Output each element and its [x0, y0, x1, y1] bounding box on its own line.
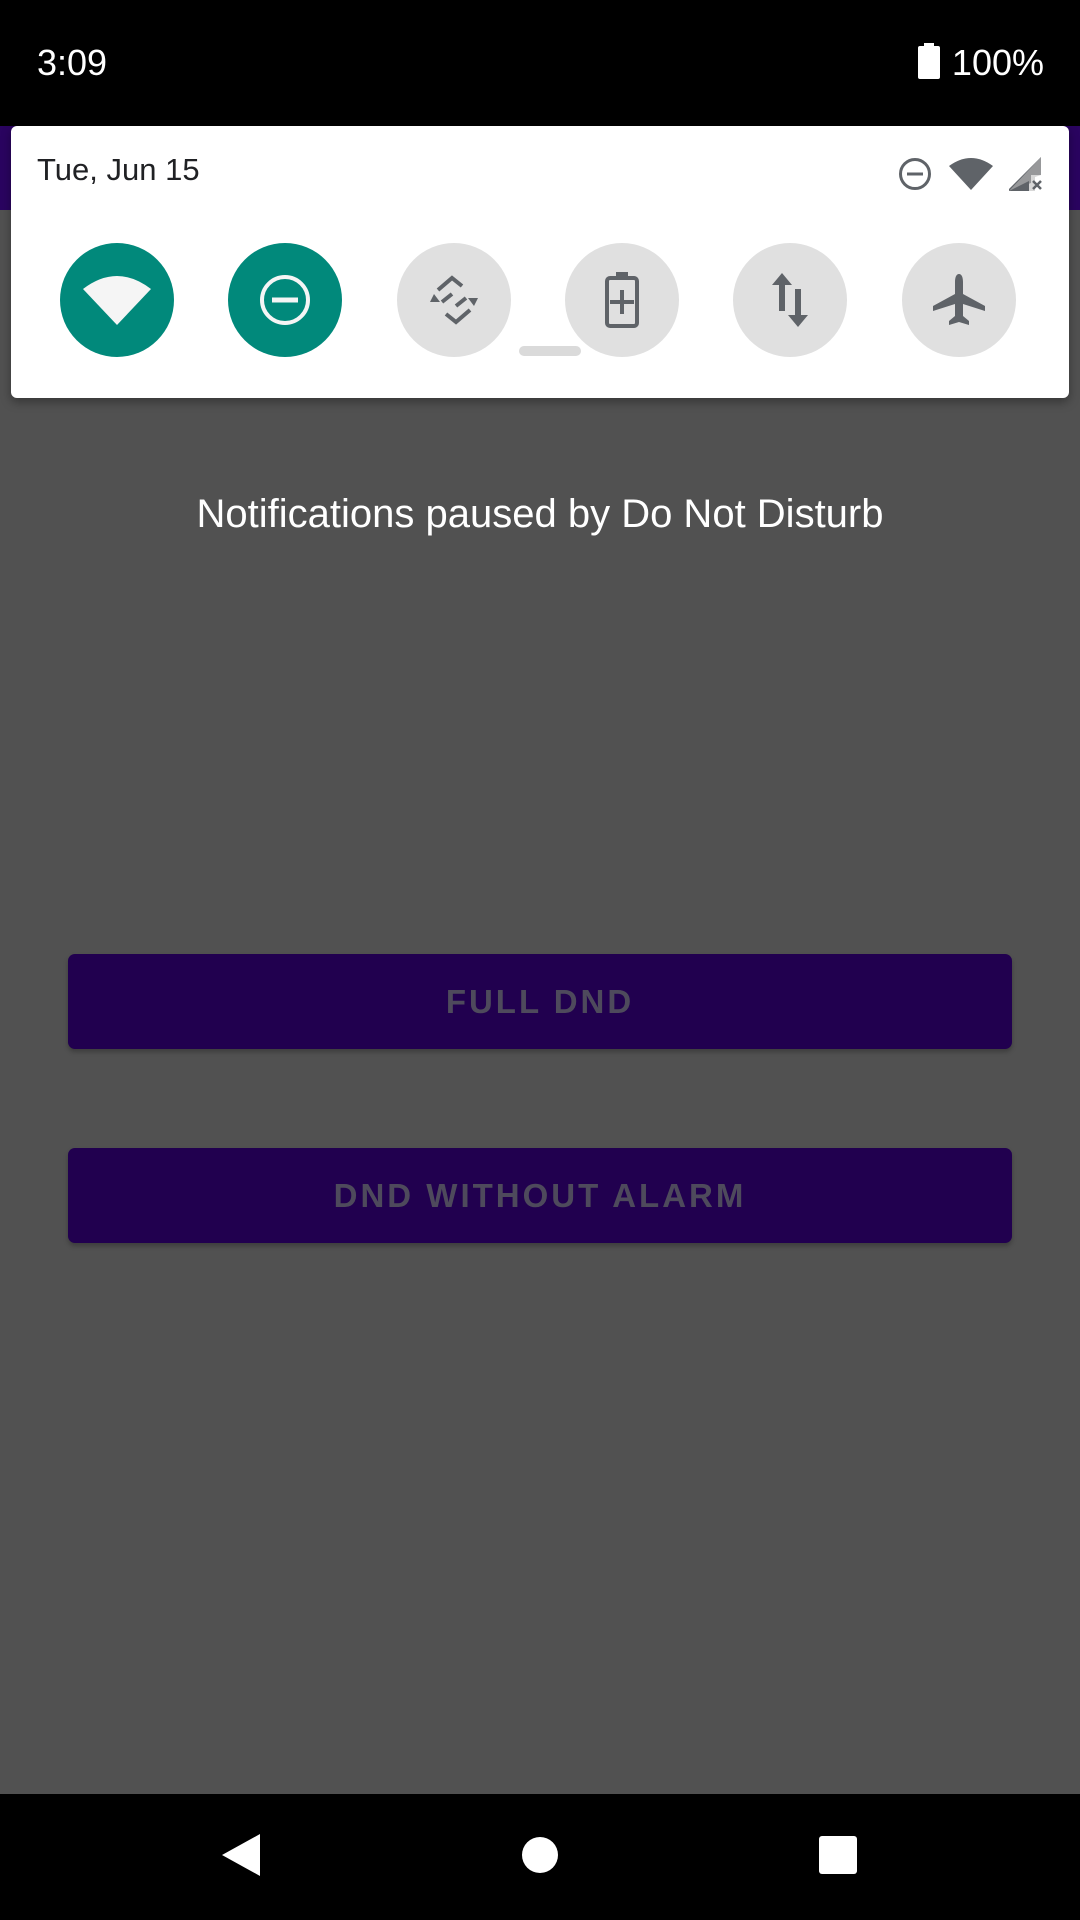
- battery-saver-icon: [602, 270, 642, 330]
- wifi-icon: [949, 158, 993, 190]
- status-right: 100%: [917, 36, 1044, 90]
- dnd-paused-message: Notifications paused by Do Not Disturb: [196, 492, 884, 536]
- mobile-data-icon: [770, 273, 810, 327]
- dnd-without-alarm-button[interactable]: DND WITHOUT ALARM: [68, 1148, 1012, 1243]
- cell-signal-no-service-icon: [1009, 157, 1043, 191]
- battery-full-icon: [917, 42, 952, 84]
- qs-date[interactable]: Tue, Jun 15: [37, 148, 200, 192]
- qs-tile-dnd[interactable]: [228, 243, 342, 357]
- navigation-bar: [0, 1794, 1080, 1920]
- qs-tile-auto-rotate[interactable]: [397, 243, 511, 357]
- auto-rotate-icon: [426, 272, 482, 328]
- qs-status-icons: [897, 156, 1043, 192]
- status-time: 3:09: [37, 42, 108, 83]
- wifi-icon: [83, 275, 151, 325]
- status-bar: 3:09 100%: [0, 0, 1080, 126]
- back-icon: [220, 1832, 262, 1883]
- qs-tiles: [60, 243, 1030, 359]
- nav-home-button[interactable]: [495, 1794, 585, 1920]
- qs-drag-handle[interactable]: [519, 346, 581, 356]
- qs-tile-battery-saver[interactable]: [565, 243, 679, 357]
- dnd-icon: [258, 273, 312, 327]
- qs-tile-wifi[interactable]: [60, 243, 174, 357]
- dnd-icon: [897, 156, 933, 192]
- nav-recents-button[interactable]: [793, 1794, 883, 1920]
- nav-back-button[interactable]: [196, 1794, 286, 1920]
- full-dnd-button[interactable]: FULL DND: [68, 954, 1012, 1049]
- battery-percent: 100%: [951, 42, 1044, 83]
- recents-icon: [818, 1835, 858, 1880]
- qs-tile-airplane[interactable]: [902, 243, 1016, 357]
- airplane-icon: [931, 272, 987, 328]
- qs-tile-mobile-data[interactable]: [733, 243, 847, 357]
- home-icon: [520, 1835, 560, 1880]
- quick-settings-panel[interactable]: Tue, Jun 15: [11, 126, 1069, 398]
